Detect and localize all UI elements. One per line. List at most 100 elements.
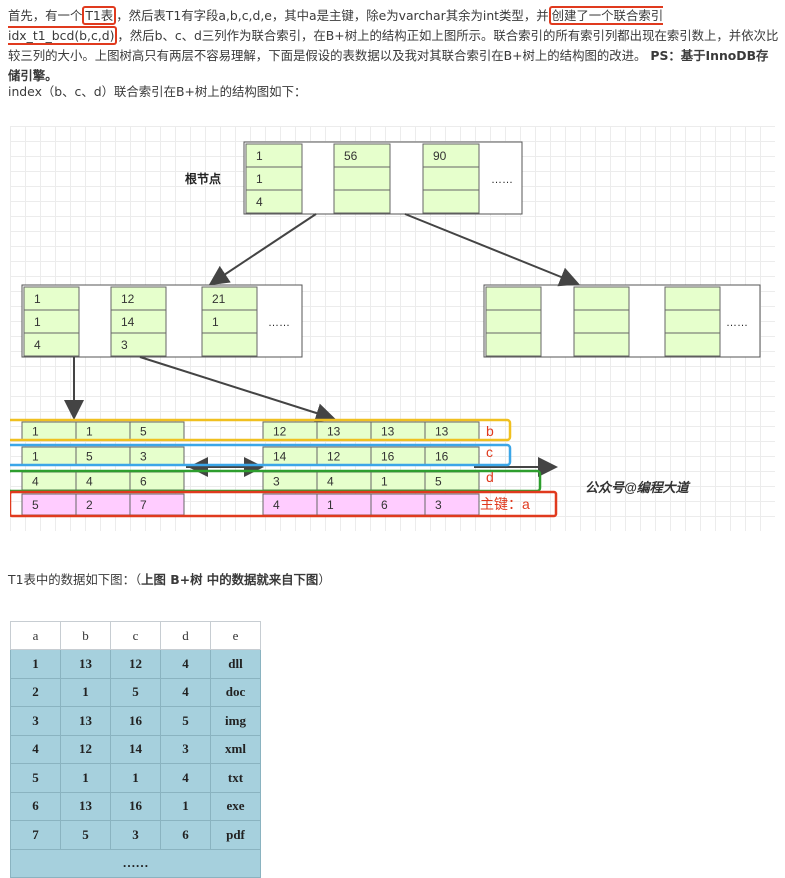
left-key-cell <box>110 309 167 334</box>
left-key-cell <box>23 332 80 357</box>
table-row: 4 12 14 3 xml <box>10 734 261 764</box>
right-child-node: …… <box>483 284 761 358</box>
root-key-cell <box>422 189 480 214</box>
table-cell: 3 <box>10 706 61 736</box>
leaf-cell-c-text: 16 <box>435 450 449 464</box>
table-cell: 13 <box>60 791 111 821</box>
leaf-cell-c <box>129 446 185 466</box>
root-key-cell-text: 1 <box>256 172 263 186</box>
leaf-cell-c-text: 1 <box>32 450 39 464</box>
bplus-tree-diagram: 1 1 4 56 90 根节点 …… 1 1 4 12 14 3 21 1 …… …… 1 1 5 12 13… <box>4 126 775 531</box>
leaf-cell-a-text: 6 <box>381 498 388 512</box>
label-b: b <box>486 423 494 439</box>
right-key-cell <box>573 309 630 334</box>
table-cell: 3 <box>160 734 211 764</box>
table-row: 6 13 16 1 exe <box>10 791 261 821</box>
leaf-cell-d <box>75 471 131 491</box>
leaf-cell-c-text: 3 <box>140 450 147 464</box>
leaf-cell-d-text: 5 <box>435 475 442 489</box>
table-cell: 5 <box>10 763 61 793</box>
leaf-cell-c <box>316 446 372 466</box>
right-key-cell <box>485 332 542 357</box>
table-cell: 5 <box>160 706 211 736</box>
leaf-cell-d <box>370 471 426 491</box>
right-key-cell <box>664 309 721 334</box>
leaf-cell-b-text: 13 <box>381 425 395 439</box>
root-key-cell-text: 4 <box>256 195 263 209</box>
table-cell: 7 <box>10 820 61 850</box>
leaf-cell-d <box>129 471 185 491</box>
label-primary-key: 主键：a <box>480 496 530 512</box>
arrow-root-left <box>208 213 317 286</box>
table-cell: 13 <box>60 706 111 736</box>
left-key-cell-text: 14 <box>121 315 135 329</box>
t1-data-table: a b c d e 1 13 12 4 dll 2 1 5 4 doc 3 13 16 5 img 4 12 14… <box>10 621 261 878</box>
table-cell: 6 <box>160 820 211 850</box>
leaf-cell-c <box>21 446 77 466</box>
left-key-cell <box>201 309 258 334</box>
leaf-cell-a <box>262 493 318 516</box>
leaf-cell-a <box>424 493 480 516</box>
table-cell: doc <box>210 677 261 707</box>
leaf-cell-b-text: 13 <box>327 425 341 439</box>
table-cell: 5 <box>110 677 161 707</box>
right-key-cell <box>664 286 721 311</box>
leaf-cell-a <box>129 493 185 516</box>
leaf-cell-d <box>21 471 77 491</box>
table-cell: 4 <box>160 763 211 793</box>
left-key-cell <box>23 286 80 311</box>
table-cell: 1 <box>10 649 61 679</box>
leaf-cell-c-text: 14 <box>273 450 287 464</box>
root-key-cell <box>333 143 391 168</box>
table-row: 3 13 16 5 img <box>10 706 261 736</box>
leaf-cell-c <box>424 446 480 466</box>
leaf-cell-b <box>129 421 185 441</box>
right-key-cell <box>485 309 542 334</box>
table-cell: 12 <box>60 734 111 764</box>
col-header-e: e <box>210 621 261 650</box>
table-cell: 4 <box>160 677 211 707</box>
col-header-d: d <box>160 621 211 650</box>
label-d: d <box>486 469 494 485</box>
leaf-cell-b-text: 12 <box>273 425 287 439</box>
col-header-a: a <box>10 621 61 650</box>
left-key-cell-text: 21 <box>212 292 226 306</box>
leaf-nodes: 1 1 5 12 13 13 131 5 3 14 12 16 164 4 6 3 4 1 55 2 7 4 1 6 3 <box>21 421 480 516</box>
table-cell: 16 <box>110 706 161 736</box>
leaf-cell-d <box>262 471 318 491</box>
table-cell: dll <box>210 649 261 679</box>
left-key-cell <box>201 286 258 311</box>
root-ellipsis: …… <box>491 174 513 186</box>
table-cell: 12 <box>110 649 161 679</box>
root-key-cell <box>245 166 303 191</box>
leaf-cell-b <box>316 421 372 441</box>
left-key-cell-text: 3 <box>121 338 128 352</box>
right-key-cell <box>573 286 630 311</box>
root-key-cell-text: 56 <box>344 149 358 163</box>
table-row: 7 5 3 6 pdf <box>10 820 261 850</box>
intro-paragraph: 首先，有一个 T1表 ，然后表T1有字段a,b,c,d,e，其中a是主键，除e为va… <box>8 6 780 86</box>
table-cell: 4 <box>160 649 211 679</box>
leaf-cell-a-text: 7 <box>140 498 147 512</box>
table-cell: 4 <box>10 734 61 764</box>
leaf-cell-a <box>370 493 426 516</box>
leaf-cell-a-text: 4 <box>273 498 280 512</box>
left-key-cell <box>201 332 258 357</box>
intro-text-1: 首先，有一个 <box>8 8 83 23</box>
leaf-cell-c <box>75 446 131 466</box>
table-row: 1 13 12 4 dll <box>10 649 261 679</box>
table-cell: txt <box>210 763 261 793</box>
table-cell: 5 <box>60 820 111 850</box>
table-cell: 2 <box>10 677 61 707</box>
root-key-cell <box>422 143 480 168</box>
table-cell: 16 <box>110 791 161 821</box>
leaf-cell-d-text: 4 <box>86 475 93 489</box>
watermark: 公众号@编程大道 <box>585 480 691 495</box>
left-key-cell-text: 1 <box>34 315 41 329</box>
leaf-cell-c <box>370 446 426 466</box>
bplus-tree-svg: 11456 90 根节点 …… 11412143211 …… …… 1 1 5 12 13… <box>4 141 761 518</box>
left-key-cell-text: 1 <box>34 292 41 306</box>
table-header-row: a b c d e <box>10 621 261 650</box>
table-cell: img <box>210 706 261 736</box>
right-key-cell <box>485 286 542 311</box>
